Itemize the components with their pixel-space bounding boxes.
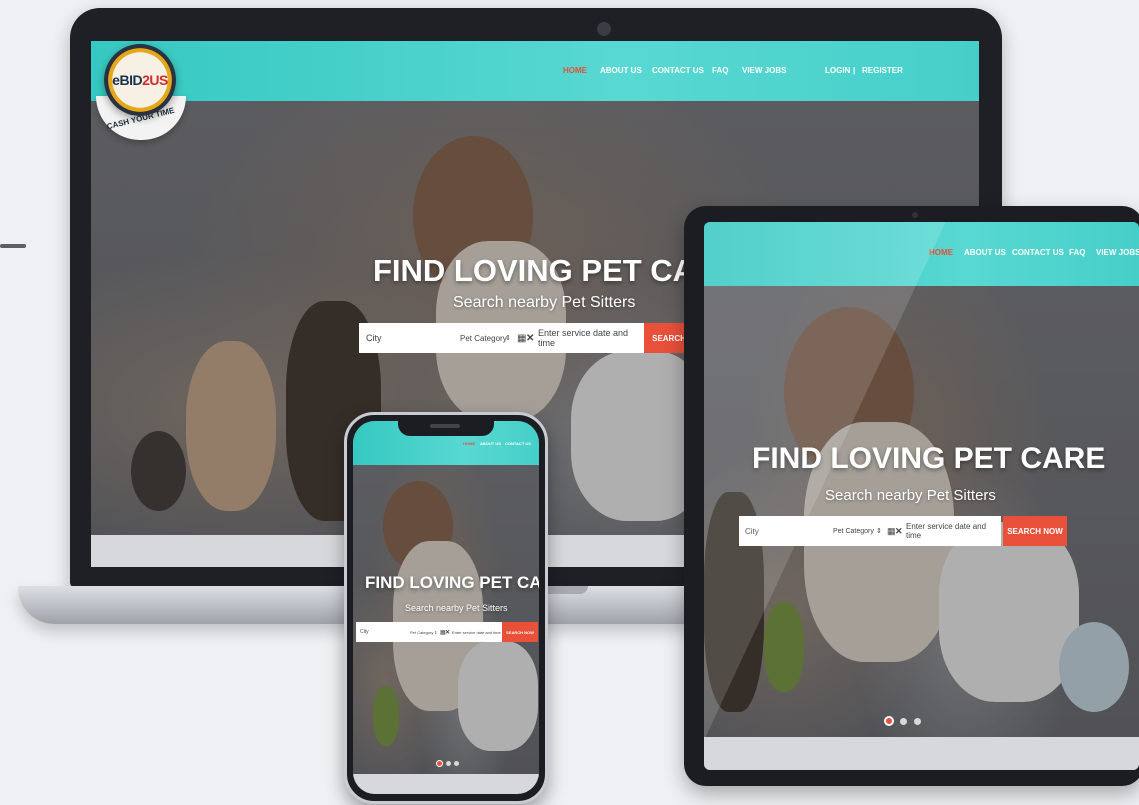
nav-home[interactable]: HOME [563, 66, 587, 75]
hero-subtitle: Search nearby Pet Sitters [825, 487, 996, 504]
carousel-dot-3[interactable] [914, 718, 921, 725]
tablet-camera [912, 212, 918, 218]
laptop-camera [597, 22, 611, 36]
nav-contact-us[interactable]: CONTACT US [505, 441, 531, 446]
pet-category-select[interactable]: Pet Category [410, 630, 433, 635]
carousel-dot-1[interactable] [436, 760, 443, 767]
clear-icon[interactable]: ✕ [445, 629, 450, 636]
phone-speaker [430, 424, 460, 428]
search-bar: City Pet Category ⇕ ▦ ✕ Enter service da… [739, 516, 1001, 546]
nav-separator: | [853, 66, 856, 75]
date-time-input[interactable]: Enter service date and time [906, 522, 1001, 540]
nav-register[interactable]: REGISTER [862, 66, 903, 75]
nav-contact-us[interactable]: CONTACT US [652, 66, 704, 75]
tablet-screen: HOME ABOUT US CONTACT US FAQ VIEW JOBS F… [704, 222, 1139, 770]
brand-logo[interactable]: eBID2US [104, 44, 176, 116]
hero-title: FIND LOVING PET CARE [752, 442, 1106, 475]
date-time-input[interactable]: Enter service date and time [538, 328, 644, 348]
pet-category-select[interactable]: Pet Category [460, 334, 507, 343]
search-button[interactable]: SEARCH NOW [1003, 516, 1067, 546]
chevron-updown-icon: ⇕ [876, 528, 882, 535]
nav-faq[interactable]: FAQ [1069, 248, 1085, 257]
navbar: HOME ABOUT US CONTACT US FAQ VIEW JOBS [704, 222, 1139, 286]
chevron-updown-icon: ⇕ [505, 335, 511, 342]
pet-category-select[interactable]: Pet Category [833, 528, 874, 535]
clear-icon[interactable]: ✕ [526, 333, 534, 344]
page-footer [704, 737, 1139, 770]
carousel-dot-2[interactable] [900, 718, 907, 725]
search-button[interactable]: SEARCH NOW [502, 622, 538, 642]
nav-home[interactable]: HOME [463, 441, 475, 446]
carousel-dot-2[interactable] [446, 761, 451, 766]
nav-about-us[interactable]: ABOUT US [964, 248, 1006, 257]
city-input[interactable]: City [360, 629, 369, 635]
nav-about-us[interactable]: ABOUT US [480, 441, 501, 446]
nav-about-us[interactable]: ABOUT US [600, 66, 642, 75]
search-bar: City Pet Category ⇕ ▦ ✕ Enter service da… [356, 622, 502, 642]
nav-view-jobs[interactable]: VIEW JOBS [1096, 248, 1139, 257]
phone-screen: HOME ABOUT US CONTACT US FIND LOVING PET… [353, 421, 539, 794]
carousel-dot-3[interactable] [454, 761, 459, 766]
date-time-input[interactable]: Enter service date and time [452, 630, 501, 635]
nav-view-jobs[interactable]: VIEW JOBS [742, 66, 786, 75]
chevron-updown-icon: ⇕ [434, 629, 438, 635]
hero-subtitle: Search nearby Pet Sitters [453, 294, 636, 311]
nav-login[interactable]: LOGIN [825, 66, 850, 75]
nav-faq[interactable]: FAQ [712, 66, 728, 75]
clear-icon[interactable]: ✕ [895, 526, 903, 537]
logo-accent: 2US [142, 72, 168, 88]
search-bar: City Pet Category ⇕ ▦ ✕ Enter service da… [359, 323, 644, 353]
logo-name: eBID [112, 72, 143, 88]
logo-text: eBID2US [112, 72, 168, 88]
nav-home[interactable]: HOME [929, 248, 953, 257]
nav-contact-us[interactable]: CONTACT US [1012, 248, 1064, 257]
page-footer [353, 774, 539, 794]
navbar: HOME ABOUT US CONTACT US FAQ VIEW JOBS L… [91, 41, 979, 101]
hero-subtitle: Search nearby Pet Sitters [405, 603, 508, 613]
carousel-dot-1[interactable] [884, 716, 894, 726]
city-input[interactable]: City [745, 527, 759, 536]
hero-title: FIND LOVING PET CARE [365, 573, 539, 592]
decorative-dash [0, 244, 26, 248]
city-input[interactable]: City [366, 333, 382, 343]
